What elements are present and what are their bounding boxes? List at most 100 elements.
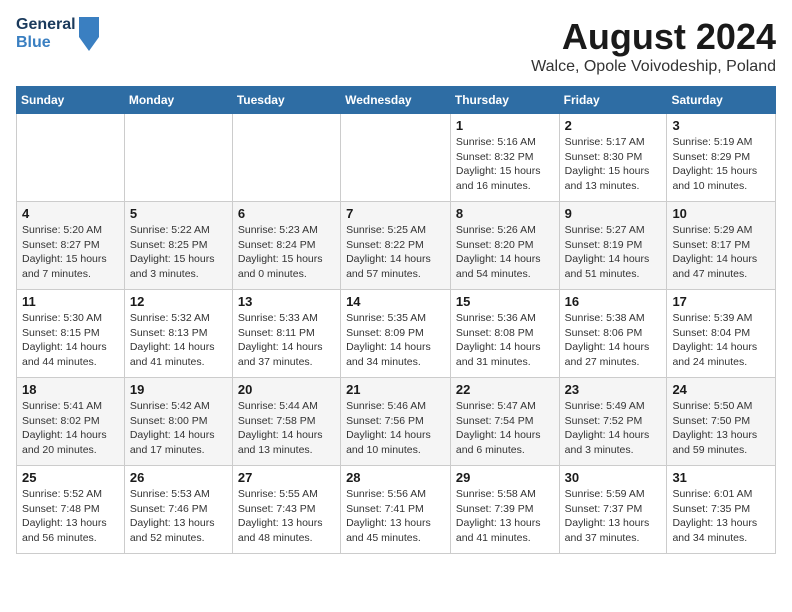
day-number: 17	[672, 294, 770, 309]
calendar-cell: 25Sunrise: 5:52 AM Sunset: 7:48 PM Dayli…	[17, 466, 125, 554]
calendar-cell: 30 Sunrise: 5:59 AM Sunset: 7:37 PM Dayli…	[559, 466, 667, 554]
day-info: Sunrise: 5:59 AM Sunset: 7:37 PM Dayligh…	[565, 487, 662, 546]
calendar-cell: 10 Sunrise: 5:29 AM Sunset: 8:17 PM Dayli…	[667, 202, 776, 290]
title-area: August 2024 Walce, Opole Voivodeship, Po…	[531, 16, 776, 76]
day-number: 9	[565, 206, 662, 221]
day-info: Sunrise: 5:23 AM Sunset: 8:24 PM Dayligh…	[238, 223, 335, 282]
day-number: 10	[672, 206, 770, 221]
day-info: Sunrise: 5:55 AM Sunset: 7:43 PM Dayligh…	[238, 487, 335, 546]
day-info: Sunrise: 5:33 AM Sunset: 8:11 PM Dayligh…	[238, 311, 335, 370]
day-number: 13	[238, 294, 335, 309]
day-number: 21	[346, 382, 445, 397]
calendar-cell: 13 Sunrise: 5:33 AM Sunset: 8:11 PM Dayli…	[232, 290, 340, 378]
calendar-cell: 31 Sunrise: 6:01 AM Sunset: 7:35 PM Dayli…	[667, 466, 776, 554]
day-info: Sunrise: 5:50 AM Sunset: 7:50 PM Dayligh…	[672, 399, 770, 458]
weekday-header-sunday: Sunday	[17, 87, 125, 114]
day-info: Sunrise: 5:19 AM Sunset: 8:29 PM Dayligh…	[672, 135, 770, 194]
calendar-subtitle: Walce, Opole Voivodeship, Poland	[531, 58, 776, 76]
day-info: Sunrise: 5:41 AM Sunset: 8:02 PM Dayligh…	[22, 399, 119, 458]
calendar-cell: 17 Sunrise: 5:39 AM Sunset: 8:04 PM Dayli…	[667, 290, 776, 378]
day-number: 5	[130, 206, 227, 221]
calendar-cell: 26Sunrise: 5:53 AM Sunset: 7:46 PM Dayli…	[124, 466, 232, 554]
calendar-table: SundayMondayTuesdayWednesdayThursdayFrid…	[16, 86, 776, 554]
week-row-2: 4 Sunrise: 5:20 AM Sunset: 8:27 PM Daylig…	[17, 202, 776, 290]
day-info: Sunrise: 5:32 AM Sunset: 8:13 PM Dayligh…	[130, 311, 227, 370]
calendar-cell: 28Sunrise: 5:56 AM Sunset: 7:41 PM Dayli…	[341, 466, 451, 554]
day-info: Sunrise: 5:26 AM Sunset: 8:20 PM Dayligh…	[456, 223, 554, 282]
day-number: 19	[130, 382, 227, 397]
logo-text: GeneralBlue	[16, 16, 99, 51]
day-number: 14	[346, 294, 445, 309]
calendar-cell: 6 Sunrise: 5:23 AM Sunset: 8:24 PM Daylig…	[232, 202, 340, 290]
day-info: Sunrise: 5:49 AM Sunset: 7:52 PM Dayligh…	[565, 399, 662, 458]
day-info: Sunrise: 5:44 AM Sunset: 7:58 PM Dayligh…	[238, 399, 335, 458]
calendar-cell: 3 Sunrise: 5:19 AM Sunset: 8:29 PM Daylig…	[667, 114, 776, 202]
day-number: 26	[130, 470, 227, 485]
weekday-header-friday: Friday	[559, 87, 667, 114]
calendar-cell	[232, 114, 340, 202]
calendar-cell: 8 Sunrise: 5:26 AM Sunset: 8:20 PM Daylig…	[450, 202, 559, 290]
day-number: 30	[565, 470, 662, 485]
day-info: Sunrise: 5:46 AM Sunset: 7:56 PM Dayligh…	[346, 399, 445, 458]
week-row-5: 25Sunrise: 5:52 AM Sunset: 7:48 PM Dayli…	[17, 466, 776, 554]
calendar-cell: 5Sunrise: 5:22 AM Sunset: 8:25 PM Daylig…	[124, 202, 232, 290]
calendar-cell: 14 Sunrise: 5:35 AM Sunset: 8:09 PM Dayli…	[341, 290, 451, 378]
day-number: 18	[22, 382, 119, 397]
day-number: 20	[238, 382, 335, 397]
day-number: 22	[456, 382, 554, 397]
day-number: 11	[22, 294, 119, 309]
calendar-cell	[17, 114, 125, 202]
day-info: Sunrise: 5:20 AM Sunset: 8:27 PM Dayligh…	[22, 223, 119, 282]
weekday-header-saturday: Saturday	[667, 87, 776, 114]
calendar-cell: 11 Sunrise: 5:30 AM Sunset: 8:15 PM Dayli…	[17, 290, 125, 378]
day-info: Sunrise: 5:58 AM Sunset: 7:39 PM Dayligh…	[456, 487, 554, 546]
calendar-cell	[341, 114, 451, 202]
day-number: 24	[672, 382, 770, 397]
day-info: Sunrise: 5:56 AM Sunset: 7:41 PM Dayligh…	[346, 487, 445, 546]
day-number: 8	[456, 206, 554, 221]
week-row-4: 18 Sunrise: 5:41 AM Sunset: 8:02 PM Dayli…	[17, 378, 776, 466]
day-number: 31	[672, 470, 770, 485]
weekday-header-monday: Monday	[124, 87, 232, 114]
weekday-header-wednesday: Wednesday	[341, 87, 451, 114]
day-number: 16	[565, 294, 662, 309]
week-row-1: 1 Sunrise: 5:16 AM Sunset: 8:32 PM Daylig…	[17, 114, 776, 202]
day-info: Sunrise: 5:25 AM Sunset: 8:22 PM Dayligh…	[346, 223, 445, 282]
calendar-cell: 2 Sunrise: 5:17 AM Sunset: 8:30 PM Daylig…	[559, 114, 667, 202]
day-number: 6	[238, 206, 335, 221]
day-number: 4	[22, 206, 119, 221]
weekday-header-tuesday: Tuesday	[232, 87, 340, 114]
day-number: 12	[130, 294, 227, 309]
day-info: Sunrise: 5:27 AM Sunset: 8:19 PM Dayligh…	[565, 223, 662, 282]
weekday-header-row: SundayMondayTuesdayWednesdayThursdayFrid…	[17, 87, 776, 114]
day-number: 3	[672, 118, 770, 133]
day-info: Sunrise: 5:16 AM Sunset: 8:32 PM Dayligh…	[456, 135, 554, 194]
calendar-cell: 9 Sunrise: 5:27 AM Sunset: 8:19 PM Daylig…	[559, 202, 667, 290]
logo: GeneralBlue	[16, 16, 99, 51]
weekday-header-thursday: Thursday	[450, 87, 559, 114]
day-number: 7	[346, 206, 445, 221]
calendar-cell: 18 Sunrise: 5:41 AM Sunset: 8:02 PM Dayli…	[17, 378, 125, 466]
day-number: 23	[565, 382, 662, 397]
day-info: Sunrise: 5:17 AM Sunset: 8:30 PM Dayligh…	[565, 135, 662, 194]
calendar-cell: 16 Sunrise: 5:38 AM Sunset: 8:06 PM Dayli…	[559, 290, 667, 378]
day-number: 2	[565, 118, 662, 133]
day-info: Sunrise: 6:01 AM Sunset: 7:35 PM Dayligh…	[672, 487, 770, 546]
day-info: Sunrise: 5:39 AM Sunset: 8:04 PM Dayligh…	[672, 311, 770, 370]
day-number: 1	[456, 118, 554, 133]
day-info: Sunrise: 5:38 AM Sunset: 8:06 PM Dayligh…	[565, 311, 662, 370]
calendar-cell: 23 Sunrise: 5:49 AM Sunset: 7:52 PM Dayli…	[559, 378, 667, 466]
day-info: Sunrise: 5:47 AM Sunset: 7:54 PM Dayligh…	[456, 399, 554, 458]
calendar-title: August 2024	[531, 16, 776, 58]
day-number: 27	[238, 470, 335, 485]
day-number: 15	[456, 294, 554, 309]
day-number: 29	[456, 470, 554, 485]
day-info: Sunrise: 5:29 AM Sunset: 8:17 PM Dayligh…	[672, 223, 770, 282]
day-info: Sunrise: 5:30 AM Sunset: 8:15 PM Dayligh…	[22, 311, 119, 370]
week-row-3: 11 Sunrise: 5:30 AM Sunset: 8:15 PM Dayli…	[17, 290, 776, 378]
calendar-cell: 7 Sunrise: 5:25 AM Sunset: 8:22 PM Daylig…	[341, 202, 451, 290]
day-info: Sunrise: 5:52 AM Sunset: 7:48 PM Dayligh…	[22, 487, 119, 546]
calendar-cell: 24 Sunrise: 5:50 AM Sunset: 7:50 PM Dayli…	[667, 378, 776, 466]
calendar-cell: 1 Sunrise: 5:16 AM Sunset: 8:32 PM Daylig…	[450, 114, 559, 202]
day-info: Sunrise: 5:35 AM Sunset: 8:09 PM Dayligh…	[346, 311, 445, 370]
